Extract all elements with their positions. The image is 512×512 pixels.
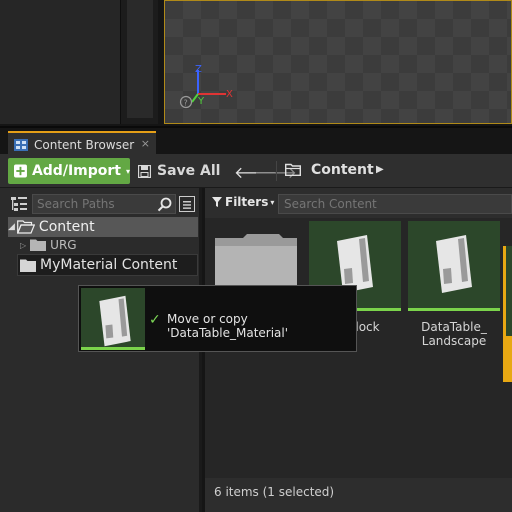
- expanded-arrow-icon[interactable]: ◢: [8, 222, 15, 232]
- viewport-scrollbar[interactable]: [120, 0, 158, 124]
- axis-gizmo: Z X Y ?: [179, 64, 233, 109]
- breadcrumb-chevron-icon[interactable]: ▶: [376, 164, 384, 175]
- content-browser-toolbar: Add/Import ▾ Save All 🡐 🡒 Content ▶: [0, 154, 512, 188]
- datatable-icon: [436, 235, 472, 293]
- status-bar-text: 6 items (1 selected): [214, 485, 335, 499]
- folder-icon: [285, 163, 301, 176]
- close-icon[interactable]: ×: [141, 137, 150, 150]
- tree-item-content[interactable]: ◢ Content: [8, 217, 198, 237]
- viewport-side-panel: [0, 0, 120, 124]
- sources-toggle-icon[interactable]: [10, 195, 28, 213]
- drag-message: Move or copy 'DataTable_Material': [167, 312, 289, 340]
- tab-title: Content Browser: [34, 137, 135, 152]
- path-view-options-icon[interactable]: [179, 196, 195, 212]
- chevron-down-icon: ▾: [270, 197, 275, 207]
- search-paths-input[interactable]: [32, 194, 176, 214]
- drop-target-folder[interactable]: MyMaterial Content: [17, 254, 198, 276]
- asset-type-bar: [408, 308, 500, 311]
- asset-tile-datatable[interactable]: DataTable_ Landscape: [408, 221, 500, 348]
- add-import-button[interactable]: Add/Import ▾: [8, 158, 130, 184]
- collapsed-arrow-icon[interactable]: ▷: [20, 241, 26, 250]
- search-content-input[interactable]: [278, 194, 512, 214]
- folder-icon: [20, 259, 36, 272]
- content-browser-icon: [14, 138, 28, 151]
- asset-tile-selected[interactable]: [503, 246, 512, 382]
- asset-type-bar: [81, 347, 145, 350]
- search-icon[interactable]: [157, 197, 172, 212]
- asset-thumbnail: [408, 221, 500, 311]
- tab-content-browser[interactable]: Content Browser ×: [8, 131, 156, 156]
- save-all-label: Save All: [157, 163, 221, 179]
- dragged-asset-thumbnail: [81, 288, 145, 350]
- toolbar-divider: [276, 161, 277, 181]
- tab-row: Content Browser ×: [0, 126, 512, 156]
- breadcrumb-content[interactable]: Content: [311, 162, 374, 178]
- asset-name: DataTable_ Landscape: [421, 320, 487, 348]
- list-icon: [183, 201, 191, 209]
- axis-z-label: Z: [195, 64, 202, 75]
- add-icon: [14, 164, 27, 178]
- tree-item-urg[interactable]: ▷ URG: [20, 238, 77, 252]
- datatable-icon: [99, 295, 131, 347]
- drag-drop-tooltip: ✓ Move or copy 'DataTable_Material': [78, 285, 357, 352]
- add-import-label: Add/Import: [31, 163, 121, 179]
- axis-y-label: Y: [197, 96, 205, 107]
- save-all-button[interactable]: Save All: [138, 158, 220, 184]
- save-icon: [138, 164, 151, 178]
- chevron-down-icon: ▾: [125, 166, 130, 176]
- filters-bar: Filters ▾: [205, 188, 512, 218]
- scrollbar-thumb[interactable]: [127, 0, 153, 118]
- checkmark-icon: ✓: [149, 312, 161, 328]
- axis-x-label: X: [226, 89, 233, 100]
- filters-label: Filters: [225, 195, 269, 209]
- tree-item-label: Content: [38, 219, 95, 235]
- asset-thumbnail: [506, 246, 512, 336]
- filters-button[interactable]: Filters ▾: [212, 195, 274, 209]
- tree-item-label: URG: [50, 238, 77, 252]
- open-folder-icon: [16, 220, 35, 234]
- drop-target-label: MyMaterial Content: [40, 257, 178, 273]
- help-icon[interactable]: ?: [184, 99, 188, 108]
- folder-icon: [30, 239, 47, 251]
- filter-icon: [212, 197, 222, 207]
